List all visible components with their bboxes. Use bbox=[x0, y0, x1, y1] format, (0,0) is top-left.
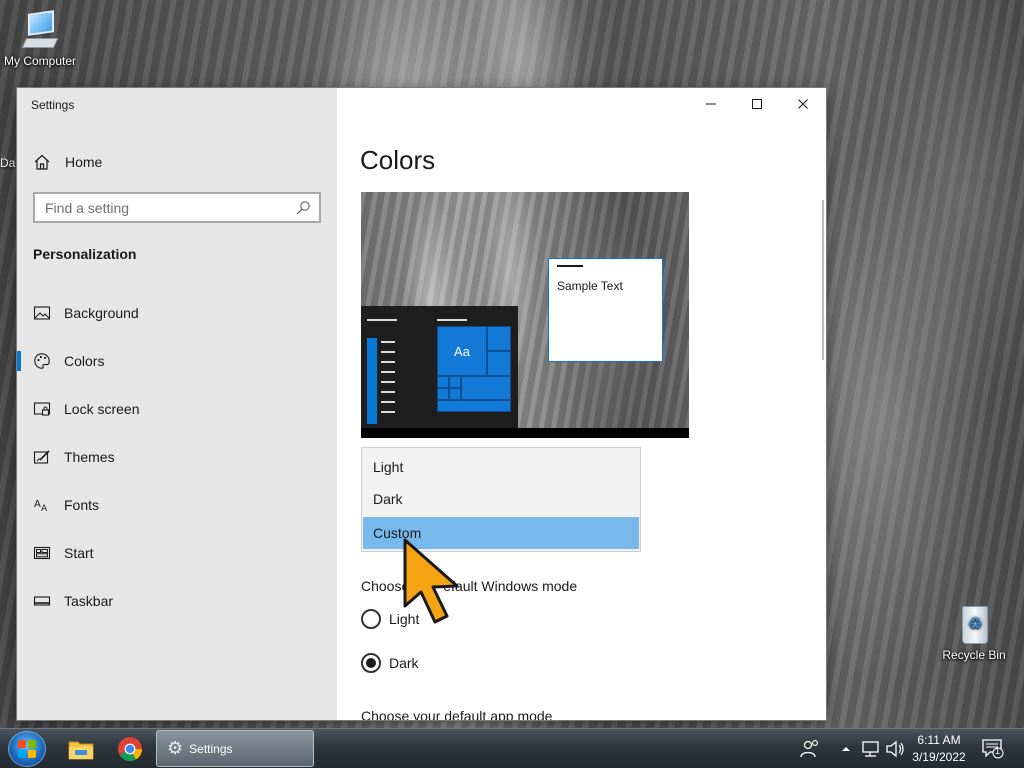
scrollbar[interactable] bbox=[822, 200, 824, 360]
dropdown-option-dark[interactable]: Dark bbox=[363, 483, 639, 515]
themes-icon bbox=[33, 450, 50, 464]
computer-icon bbox=[20, 8, 60, 52]
desktop-icon-label: Recycle Bin bbox=[942, 648, 1006, 662]
desktop-icon-label: My Computer bbox=[3, 54, 77, 68]
search-box[interactable] bbox=[33, 192, 321, 223]
sidebar-item-lock-screen[interactable]: Lock screen bbox=[17, 389, 337, 429]
sidebar-item-label: Lock screen bbox=[64, 401, 140, 417]
sidebar-item-label: Taskbar bbox=[64, 593, 114, 609]
preview-sample-text: Sample Text bbox=[557, 279, 623, 293]
preview-window: Sample Text bbox=[548, 258, 663, 362]
notification-count: 1 bbox=[995, 746, 1001, 756]
close-button[interactable] bbox=[780, 88, 826, 120]
desktop-icon-my-computer[interactable]: My Computer bbox=[0, 8, 80, 68]
preview-start-menu: Aa bbox=[361, 306, 518, 438]
palette-icon bbox=[34, 353, 50, 369]
preview-taskbar bbox=[361, 428, 689, 438]
window-title: Settings bbox=[31, 98, 75, 112]
taskbar-settings-label: Settings bbox=[189, 741, 233, 756]
desktop-icon-label-partial: Da bbox=[0, 156, 16, 170]
mouse-cursor-icon bbox=[403, 538, 459, 624]
maximize-icon bbox=[752, 99, 762, 109]
start-icon bbox=[33, 546, 51, 560]
sidebar-item-fonts[interactable]: A A Fonts bbox=[17, 485, 337, 525]
minimize-icon bbox=[706, 103, 716, 105]
sidebar-item-start[interactable]: Start bbox=[17, 533, 337, 573]
recycle-bin-icon: ♻ bbox=[956, 602, 992, 646]
taskbar-settings-button[interactable]: ⚙ Settings bbox=[156, 730, 314, 767]
radio-label: Dark bbox=[389, 655, 419, 671]
action-center-button[interactable]: 1 bbox=[982, 739, 1004, 759]
taskbar-icon bbox=[33, 596, 51, 606]
windows-mode-label: Choose efault Windows mode bbox=[361, 578, 578, 594]
sidebar-item-themes[interactable]: Themes bbox=[17, 437, 337, 477]
people-icon[interactable] bbox=[798, 737, 822, 761]
radio-button[interactable] bbox=[361, 609, 381, 629]
fonts-icon: A A bbox=[34, 499, 48, 514]
minimize-button[interactable] bbox=[688, 88, 734, 120]
color-preview: Aa Sample Text bbox=[361, 192, 689, 438]
network-icon[interactable] bbox=[860, 738, 882, 760]
radio-windows-mode-dark[interactable]: Dark bbox=[361, 652, 419, 674]
system-clock[interactable]: 6:11 AM 3/19/2022 bbox=[906, 732, 972, 766]
sidebar-item-label: Themes bbox=[64, 449, 115, 465]
clock-time: 6:11 AM bbox=[917, 733, 961, 747]
start-button[interactable] bbox=[8, 731, 46, 767]
sidebar-item-label: Start bbox=[64, 545, 94, 561]
desktop-icon-recycle-bin[interactable]: ♻ Recycle Bin bbox=[934, 602, 1014, 662]
app-mode-label: Choose your default app mode bbox=[361, 708, 553, 720]
sidebar-home-label: Home bbox=[65, 154, 103, 170]
taskbar: ⚙ Settings 6:11 AM 3/19/2022 1 bbox=[0, 728, 1024, 768]
sidebar-item-taskbar[interactable]: Taskbar bbox=[17, 581, 337, 621]
sidebar-item-label: Colors bbox=[64, 353, 105, 369]
sidebar: Settings Home Personalization Background bbox=[17, 88, 337, 720]
search-input[interactable] bbox=[35, 194, 295, 221]
picture-icon bbox=[33, 306, 51, 320]
chrome-icon[interactable] bbox=[116, 735, 144, 763]
clock-date: 3/19/2022 bbox=[912, 750, 966, 764]
search-icon[interactable] bbox=[295, 200, 311, 216]
volume-icon[interactable] bbox=[884, 738, 906, 760]
sidebar-home[interactable]: Home bbox=[33, 150, 102, 174]
svg-text:A: A bbox=[41, 504, 48, 514]
dropdown-option-light[interactable]: Light bbox=[363, 451, 639, 483]
file-explorer-icon[interactable] bbox=[67, 735, 95, 763]
section-title: Personalization bbox=[33, 246, 137, 262]
sidebar-item-label: Background bbox=[64, 305, 139, 321]
sidebar-item-label: Fonts bbox=[64, 497, 100, 513]
page-title: Colors bbox=[360, 145, 436, 175]
lock-screen-icon bbox=[33, 402, 51, 416]
maximize-button[interactable] bbox=[734, 88, 780, 120]
svg-text:A: A bbox=[34, 499, 41, 510]
preview-tile-text: Aa bbox=[454, 343, 470, 359]
chevron-up-icon[interactable] bbox=[839, 742, 853, 756]
sidebar-item-background[interactable]: Background bbox=[17, 293, 337, 333]
caption-buttons bbox=[688, 88, 826, 120]
close-icon bbox=[798, 99, 808, 109]
windows-logo-icon bbox=[18, 740, 36, 758]
home-icon bbox=[34, 154, 50, 170]
gear-icon: ⚙ bbox=[167, 738, 184, 758]
sidebar-item-colors[interactable]: Colors bbox=[17, 341, 337, 381]
radio-button[interactable] bbox=[361, 653, 381, 673]
